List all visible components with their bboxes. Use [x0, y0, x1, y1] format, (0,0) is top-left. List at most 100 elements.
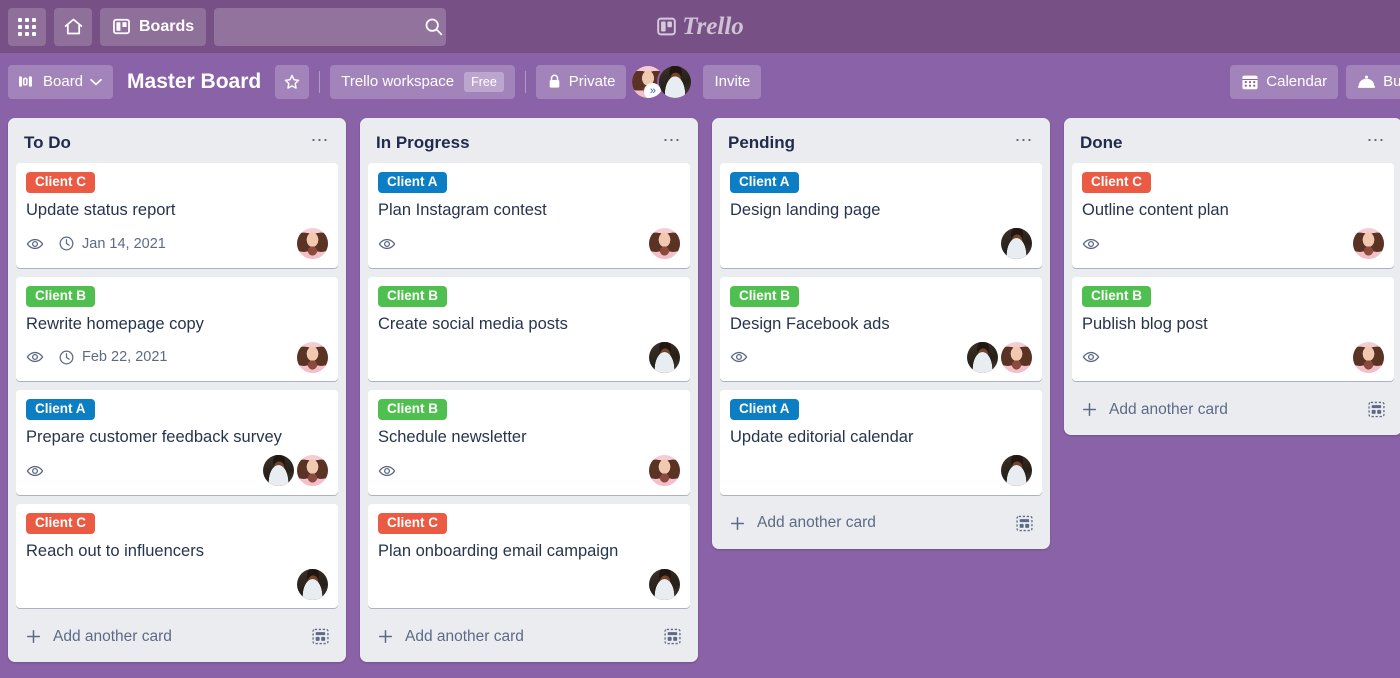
card-member-avatar[interactable]	[649, 341, 680, 373]
card-member-avatar[interactable]	[297, 455, 328, 487]
board-card[interactable]: Client B Design Facebook ads	[720, 276, 1042, 382]
add-another-card-button[interactable]: Add another card	[1072, 390, 1394, 431]
add-another-card-button[interactable]: Add another card	[16, 617, 338, 658]
card-member-avatar[interactable]	[297, 568, 328, 600]
card-member-avatar[interactable]	[649, 568, 680, 600]
eye-icon[interactable]	[26, 235, 44, 253]
card-member-avatar[interactable]	[1353, 228, 1384, 260]
board-card[interactable]: Client C Update status report Jan 14, 20…	[16, 163, 338, 268]
apps-grid-button[interactable]	[8, 7, 46, 46]
card-members	[297, 568, 328, 600]
card-due-date[interactable]: Feb 22, 2021	[58, 349, 167, 366]
board-card[interactable]: Client C Reach out to influencers	[16, 503, 338, 609]
board-list: Pending ⋯ Client A Design landing page C…	[712, 118, 1050, 549]
card-member-avatar[interactable]	[1001, 341, 1032, 373]
card-members	[967, 341, 1032, 373]
list-title[interactable]: To Do	[24, 133, 71, 153]
add-card-label: Add another card	[757, 514, 876, 532]
eye-icon[interactable]	[26, 462, 44, 480]
board-card[interactable]: Client B Rewrite homepage copy Feb 22, 2…	[16, 276, 338, 382]
eye-icon[interactable]	[378, 462, 396, 480]
card-label-badge[interactable]: Client C	[26, 512, 96, 534]
board-card[interactable]: Client A Update editorial calendar	[720, 390, 1042, 495]
board-view-switcher[interactable]: Board	[8, 64, 114, 99]
board-card[interactable]: Client B Publish blog post	[1072, 276, 1394, 382]
card-members	[297, 341, 328, 373]
card-label-badge[interactable]: Client C	[1082, 172, 1152, 194]
card-label-badge[interactable]: Client B	[26, 285, 96, 307]
star-board-button[interactable]	[275, 64, 310, 99]
card-footer	[378, 455, 680, 487]
list-title[interactable]: In Progress	[376, 133, 470, 153]
butler-button[interactable]: Butl	[1346, 64, 1400, 99]
card-label-badge[interactable]: Client A	[26, 399, 95, 421]
add-another-card-button[interactable]: Add another card	[368, 617, 690, 658]
card-member-avatar[interactable]	[297, 341, 328, 373]
eye-icon[interactable]	[1082, 348, 1100, 366]
calendar-button[interactable]: Calendar	[1230, 64, 1339, 99]
list-menu-icon[interactable]: ⋯	[1365, 131, 1389, 151]
card-watch[interactable]	[26, 235, 44, 253]
visibility-button[interactable]: Private	[535, 64, 627, 99]
card-footer	[730, 341, 1032, 373]
card-watch[interactable]	[26, 462, 44, 480]
card-member-avatar[interactable]	[1353, 341, 1384, 373]
card-label-badge[interactable]: Client B	[1082, 285, 1152, 307]
card-label-badge[interactable]: Client B	[378, 399, 448, 421]
card-label-badge[interactable]: Client A	[730, 399, 799, 421]
home-icon	[63, 16, 84, 37]
card-template-icon[interactable]	[1015, 514, 1034, 533]
card-member-avatar[interactable]	[297, 228, 328, 260]
list-title[interactable]: Done	[1080, 133, 1123, 153]
list-title[interactable]: Pending	[728, 133, 795, 153]
card-template-icon[interactable]	[311, 627, 330, 646]
add-another-card-button[interactable]: Add another card	[720, 504, 1042, 545]
card-label-badge[interactable]: Client C	[26, 172, 96, 194]
card-member-avatar[interactable]	[1001, 455, 1032, 487]
search-box[interactable]	[214, 7, 447, 46]
list-menu-icon[interactable]: ⋯	[309, 131, 333, 151]
home-button[interactable]	[54, 7, 92, 46]
eye-icon[interactable]	[378, 235, 396, 253]
card-label-badge[interactable]: Client A	[730, 172, 799, 194]
card-watch[interactable]	[378, 462, 396, 480]
calendar-label: Calendar	[1266, 73, 1328, 90]
card-watch[interactable]	[26, 348, 44, 366]
invite-button[interactable]: Invite	[703, 64, 762, 99]
eye-icon[interactable]	[26, 348, 44, 366]
card-footer	[378, 568, 680, 600]
card-label-badge[interactable]: Client C	[378, 512, 448, 534]
board-card[interactable]: Client C Plan onboarding email campaign	[368, 503, 690, 609]
list-menu-icon[interactable]: ⋯	[661, 131, 685, 151]
board-card[interactable]: Client A Design landing page	[720, 163, 1042, 268]
card-member-avatar[interactable]	[1001, 228, 1032, 260]
card-watch[interactable]	[730, 348, 748, 366]
card-label-badge[interactable]: Client B	[378, 285, 448, 307]
card-member-avatar[interactable]	[967, 341, 998, 373]
workspace-button[interactable]: Trello workspace Free	[330, 64, 515, 99]
card-member-avatar[interactable]	[649, 228, 680, 260]
plan-badge: Free	[464, 71, 504, 92]
boards-button[interactable]: Boards	[100, 7, 207, 46]
card-member-avatar[interactable]	[649, 455, 680, 487]
search-icon[interactable]	[423, 16, 444, 37]
list-menu-icon[interactable]: ⋯	[1013, 131, 1037, 151]
board-card[interactable]: Client B Create social media posts	[368, 276, 690, 382]
card-template-icon[interactable]	[663, 627, 682, 646]
board-card[interactable]: Client A Prepare customer feedback surve…	[16, 390, 338, 495]
card-template-icon[interactable]	[1367, 400, 1386, 419]
card-watch[interactable]	[378, 235, 396, 253]
board-card[interactable]: Client A Plan Instagram contest	[368, 163, 690, 268]
eye-icon[interactable]	[730, 348, 748, 366]
card-watch[interactable]	[1082, 235, 1100, 253]
board-card[interactable]: Client C Outline content plan	[1072, 163, 1394, 268]
card-label-badge[interactable]: Client A	[378, 172, 447, 194]
card-due-date[interactable]: Jan 14, 2021	[58, 235, 166, 252]
card-watch[interactable]	[1082, 348, 1100, 366]
eye-icon[interactable]	[1082, 235, 1100, 253]
card-label-badge[interactable]: Client B	[730, 285, 800, 307]
search-input[interactable]	[224, 18, 424, 35]
member-avatar-2[interactable]	[657, 63, 694, 100]
board-card[interactable]: Client B Schedule newsletter	[368, 390, 690, 495]
card-member-avatar[interactable]	[263, 455, 294, 487]
